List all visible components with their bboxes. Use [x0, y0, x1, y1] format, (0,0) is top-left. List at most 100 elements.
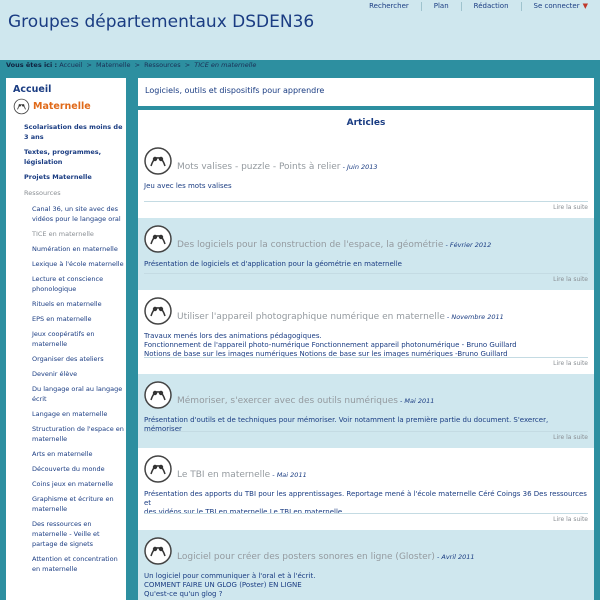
section-description-card: Logiciels, outils et dispositifs pour ap… [138, 78, 594, 106]
school-logo-icon [143, 224, 173, 254]
article-card: Le TBI en maternelle - Mai 2011 Présentat… [138, 448, 594, 530]
article-date: - Février 2012 [443, 241, 492, 249]
sidebar-item-ressources[interactable]: Ressources [24, 189, 124, 199]
sidebar-subitem[interactable]: Graphisme et écriture en maternelle [32, 494, 124, 514]
top-navigation: Rechercher Plan Rédaction Se connecter ▼ [357, 2, 600, 11]
article-summary-line: COMMENT FAIRE UN GLOG (Poster) EN LIGNE [144, 581, 302, 589]
article-summary-line: Fonctionnement de l'appareil photo-numér… [144, 341, 517, 349]
article-card: Logiciel pour créer des posters sonores … [138, 530, 594, 600]
breadcrumb-item-ressources[interactable]: Ressources [144, 61, 181, 69]
sidebar-subitem[interactable]: Découverte du monde [32, 464, 124, 474]
article-title[interactable]: Logiciel pour créer des posters sonores … [177, 552, 435, 562]
article-date-value: Novembre 2011 [451, 313, 504, 321]
article-title[interactable]: Mots valises - puzzle - Points à relier [177, 162, 341, 172]
article-date-value: Avril 2011 [441, 553, 475, 561]
article-summary-line: Qu'est-ce qu'un glog ? [144, 590, 223, 598]
sidebar-submenu: Canal 36, un site avec des vidéos pour l… [24, 204, 124, 574]
article-header: Le TBI en maternelle - Mai 2011 [177, 462, 307, 481]
article-header: Utiliser l'appareil photographique numér… [177, 304, 504, 323]
divider [144, 513, 588, 514]
article-card: Des logiciels pour la construction de l'… [138, 218, 594, 290]
article-date-value: Février 2012 [449, 241, 492, 249]
article-summary: Jeu avec les mots valises [144, 182, 588, 191]
sidebar-subitem[interactable]: Arts en maternelle [32, 449, 124, 459]
article-title[interactable]: Le TBI en maternelle [177, 470, 270, 480]
article-title[interactable]: Des logiciels pour la construction de l'… [177, 240, 443, 250]
nav-redaction-link[interactable]: Rédaction [460, 2, 521, 11]
article-summary-line: Présentation des apports du TBI pour les… [144, 490, 587, 507]
article-card: Mots valises - puzzle - Points à relier … [138, 140, 594, 218]
sidebar-subitem[interactable]: Organiser des ateliers [32, 354, 124, 364]
sidebar-item-accueil[interactable]: Accueil [13, 84, 51, 95]
sidebar-subitem[interactable]: Jeux coopératifs en maternelle [32, 329, 124, 349]
sidebar-item-maternelle: Maternelle [33, 101, 91, 112]
breadcrumb-separator: > [184, 61, 191, 69]
article-date: - Juin 2013 [340, 163, 378, 171]
sidebar-subitem[interactable]: Langage en maternelle [32, 409, 124, 419]
article-title[interactable]: Mémoriser, s'exercer avec des outils num… [177, 396, 398, 406]
sidebar-section-maternelle[interactable]: Maternelle [13, 98, 91, 115]
article-card: Utiliser l'appareil photographique numér… [138, 290, 594, 374]
article-date-value: Juin 2013 [346, 163, 378, 171]
article-header: Mots valises - puzzle - Points à relier … [177, 154, 378, 173]
sidebar-item-scolarisation[interactable]: Scolarisation des moins de 3 ans [24, 123, 124, 142]
sidebar-subitem[interactable]: Attention et concentration en maternelle [32, 554, 124, 574]
read-more-link[interactable]: Lire la suite [553, 516, 588, 523]
sidebar: Accueil Maternelle Scolarisation des moi… [6, 78, 126, 600]
breadcrumb-item-maternelle[interactable]: Maternelle [96, 61, 130, 69]
article-summary-line: Présentation de logiciels et d'applicati… [144, 260, 402, 268]
sidebar-subitem[interactable]: Numération en maternelle [32, 244, 124, 254]
read-more-link[interactable]: Lire la suite [553, 204, 588, 211]
article-date: - Mai 2011 [397, 397, 435, 405]
sidebar-subitem[interactable]: Du langage oral au langage écrit [32, 384, 124, 404]
breadcrumb-separator: > [134, 61, 141, 69]
chevron-down-icon: ▼ [582, 2, 588, 10]
nav-rechercher-link[interactable]: Rechercher [357, 2, 421, 11]
article-summary-line: Jeu avec les mots valises [144, 182, 232, 190]
article-date: - Novembre 2011 [444, 313, 504, 321]
breadcrumb-separator: > [86, 61, 92, 69]
sidebar-item-textes[interactable]: Textes, programmes, législation [24, 148, 124, 167]
sidebar-subitem[interactable]: Des ressources en maternelle - Veille et… [32, 519, 124, 549]
sidebar-subitem[interactable]: EPS en maternelle [32, 314, 124, 324]
sidebar-subitem[interactable]: Lecture et conscience phonologique [32, 274, 124, 294]
sidebar-subitem[interactable]: Devenir élève [32, 369, 124, 379]
read-more-link[interactable]: Lire la suite [553, 276, 588, 283]
nav-plan-link[interactable]: Plan [420, 2, 461, 11]
article-header: Mémoriser, s'exercer avec des outils num… [177, 388, 434, 407]
article-title[interactable]: Utiliser l'appareil photographique numér… [177, 312, 445, 322]
breadcrumb-current: TICE en maternelle [194, 61, 257, 69]
read-more-link[interactable]: Lire la suite [553, 434, 588, 441]
sidebar-subitem[interactable]: Coins jeux en maternelle [32, 479, 124, 489]
site-header: Groupes départementaux DSDEN36 Recherche… [0, 0, 600, 60]
articles-heading: Articles [346, 118, 386, 128]
articles-panel: Articles Mots valises - puzzle - Points … [138, 110, 594, 600]
school-logo-icon [143, 146, 173, 176]
sidebar-item-projets[interactable]: Projets Maternelle [24, 173, 124, 183]
sidebar-subitem[interactable]: Rituels en maternelle [32, 299, 124, 309]
article-summary: Présentation de logiciels et d'applicati… [144, 260, 588, 269]
sidebar-subitem[interactable]: Lexique à l'école maternelle [32, 259, 124, 269]
article-date: - Mai 2011 [270, 471, 307, 479]
read-more-link[interactable]: Lire la suite [553, 360, 588, 367]
school-logo-icon [143, 454, 173, 484]
article-date-value: Mai 2011 [404, 397, 435, 405]
article-header: Logiciel pour créer des posters sonores … [177, 544, 475, 563]
site-title[interactable]: Groupes départementaux DSDEN36 [8, 12, 314, 32]
article-date-value: Mai 2011 [276, 471, 307, 479]
sidebar-subitem[interactable]: Canal 36, un site avec des vidéos pour l… [32, 204, 124, 224]
sidebar-subitem[interactable]: TICE en maternelle [32, 229, 124, 239]
school-logo-icon [143, 536, 173, 566]
nav-login-label: Se connecter [533, 2, 580, 10]
divider [144, 357, 588, 358]
school-logo-icon [13, 98, 30, 115]
divider [144, 201, 588, 202]
article-date: - Avril 2011 [434, 553, 475, 561]
section-description: Logiciels, outils et dispositifs pour ap… [145, 86, 325, 95]
school-logo-icon [143, 296, 173, 326]
nav-login-link[interactable]: Se connecter ▼ [520, 2, 600, 11]
breadcrumb-item-accueil[interactable]: Accueil [59, 61, 82, 69]
article-summary: Un logiciel pour communiquer à l'oral et… [144, 572, 588, 599]
sidebar-subitem[interactable]: Structuration de l'espace en maternelle [32, 424, 124, 444]
article-card: Mémoriser, s'exercer avec des outils num… [138, 374, 594, 448]
